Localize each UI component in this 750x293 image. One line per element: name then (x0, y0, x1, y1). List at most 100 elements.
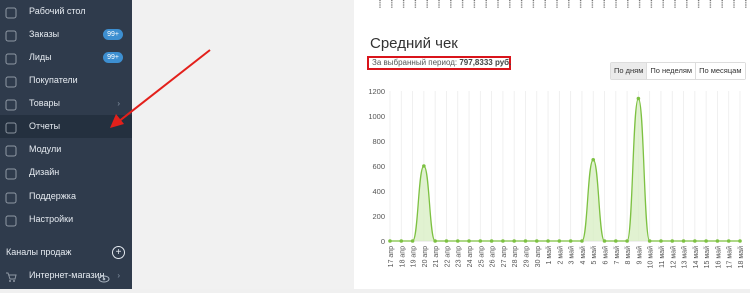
data-point[interactable] (422, 164, 426, 168)
x-tick-label: 17 май (726, 246, 734, 268)
data-point[interactable] (444, 239, 449, 243)
x-tick-label: 6 май (602, 246, 610, 265)
reports-icon (5, 120, 17, 134)
x-tick-label: 3 май (568, 246, 576, 265)
sidebar-item-label: Поддержка (29, 191, 76, 201)
data-point[interactable] (399, 239, 404, 243)
sidebar-item-leads[interactable]: Лиды 99+ (0, 46, 132, 69)
count-badge: 99+ (103, 52, 123, 63)
data-point[interactable] (489, 239, 494, 243)
x-tick-label: 5 май (590, 246, 598, 265)
sidebar-item-label: Настройки (29, 214, 74, 224)
x-tick-label: 24 апр (467, 246, 474, 267)
y-tick-label: 200 (372, 212, 385, 221)
count-badge: 99+ (103, 29, 123, 40)
x-tick-label: 30 апр (535, 246, 542, 267)
sidebar-item-support[interactable]: Поддержка (0, 185, 132, 208)
data-point[interactable] (410, 239, 415, 243)
modules-icon (5, 143, 17, 157)
x-tick-label: 8 май (624, 246, 632, 265)
sidebar-item-label: Отчеты (29, 121, 61, 131)
data-point[interactable] (614, 239, 618, 243)
data-point[interactable] (501, 239, 505, 243)
data-point[interactable] (557, 239, 562, 243)
design-icon (5, 166, 17, 180)
products-icon (5, 97, 17, 111)
data-point[interactable] (568, 239, 573, 243)
x-tick-label: 18 май (737, 246, 745, 268)
eye-icon[interactable] (98, 270, 110, 283)
data-point[interactable] (636, 96, 641, 101)
x-tick-label: 1 май (545, 246, 553, 265)
tab-period-0[interactable]: По дням (611, 63, 648, 79)
data-point[interactable] (647, 239, 652, 243)
y-tick-label: 1000 (368, 112, 385, 121)
x-tick-label: 12 май (669, 246, 677, 268)
data-point[interactable] (580, 239, 584, 243)
sidebar-item-label: Модули (29, 144, 62, 154)
x-tick-label: 15 май (703, 246, 711, 268)
x-tick-label: 18 апр (399, 246, 406, 267)
x-tick-label: 23 апр (456, 246, 463, 267)
period-label: За выбранный период: (372, 58, 458, 67)
data-point[interactable] (704, 239, 708, 243)
data-point[interactable] (546, 239, 550, 243)
settings-icon (5, 213, 17, 227)
sidebar-item-orders[interactable]: Заказы 99+ (0, 23, 132, 46)
period-summary: За выбранный период: 797,8333 руб. (367, 56, 511, 70)
period-value: 797,8333 руб. (459, 58, 512, 67)
sidebar-item-settings[interactable]: Настройки (0, 208, 132, 231)
average-check-chart: 0 200 400 600 800 1000 1200 17 апр 18 апр 19 апр 2… (368, 87, 745, 268)
series-area (390, 98, 740, 241)
data-point[interactable] (478, 239, 483, 243)
data-point[interactable] (388, 239, 392, 243)
sidebar-item-label: Заказы (29, 29, 60, 39)
x-tick-label: 14 май (692, 246, 700, 268)
page-title: Средний чек (370, 35, 458, 52)
data-point[interactable] (433, 239, 437, 243)
data-point[interactable] (523, 239, 528, 243)
x-tick-label: 22 апр (444, 246, 451, 267)
x-tick-label: 9 май (635, 246, 643, 265)
sidebar-item-design[interactable]: Дизайн (0, 161, 132, 184)
tab-period-1[interactable]: По неделям (647, 63, 697, 79)
data-point[interactable] (455, 239, 460, 243)
data-point[interactable] (738, 239, 742, 243)
sales-channels-title: Каналы продаж (6, 247, 72, 257)
data-point[interactable] (534, 239, 539, 243)
tab-period-2[interactable]: По месяцам (696, 63, 745, 79)
data-point[interactable] (670, 239, 675, 243)
y-tick-label: 800 (372, 137, 385, 146)
previous-chart-x-ticks (379, 0, 747, 8)
sidebar-item-dashboard[interactable]: Рабочий стол (0, 0, 132, 23)
sidebar-item-modules[interactable]: Модули (0, 138, 132, 161)
channel-item-online-store[interactable]: Интернет-магазин › (0, 264, 132, 287)
customers-icon (5, 74, 17, 88)
data-point[interactable] (681, 239, 686, 243)
content-gap (132, 0, 354, 289)
add-channel-button[interactable]: + (112, 246, 125, 259)
data-point[interactable] (512, 239, 516, 243)
data-point[interactable] (602, 239, 607, 243)
x-tick-label: 29 апр (523, 246, 530, 267)
data-point[interactable] (715, 239, 720, 243)
x-tick-label: 26 апр (490, 246, 497, 267)
sidebar-item-customers[interactable]: Покупатели (0, 69, 132, 92)
sidebar-item-reports[interactable]: Отчеты (0, 115, 132, 138)
data-point[interactable] (467, 239, 471, 243)
x-tick-label: 28 апр (512, 246, 519, 267)
data-point[interactable] (659, 239, 663, 243)
y-tick-label: 400 (372, 187, 385, 196)
sidebar-item-label: Дизайн (29, 167, 60, 177)
x-tick-label: 2 май (556, 246, 564, 265)
support-icon (5, 190, 17, 204)
data-point[interactable] (693, 239, 697, 243)
data-point[interactable] (591, 157, 596, 162)
sidebar-item-products[interactable]: Товары › (0, 92, 132, 115)
data-point[interactable] (726, 239, 731, 243)
y-tick-label: 1200 (368, 87, 385, 96)
series-line (390, 97, 740, 242)
data-point[interactable] (625, 239, 629, 243)
x-tick-label: 7 май (613, 246, 621, 265)
sidebar-item-label: Товары (29, 98, 60, 108)
